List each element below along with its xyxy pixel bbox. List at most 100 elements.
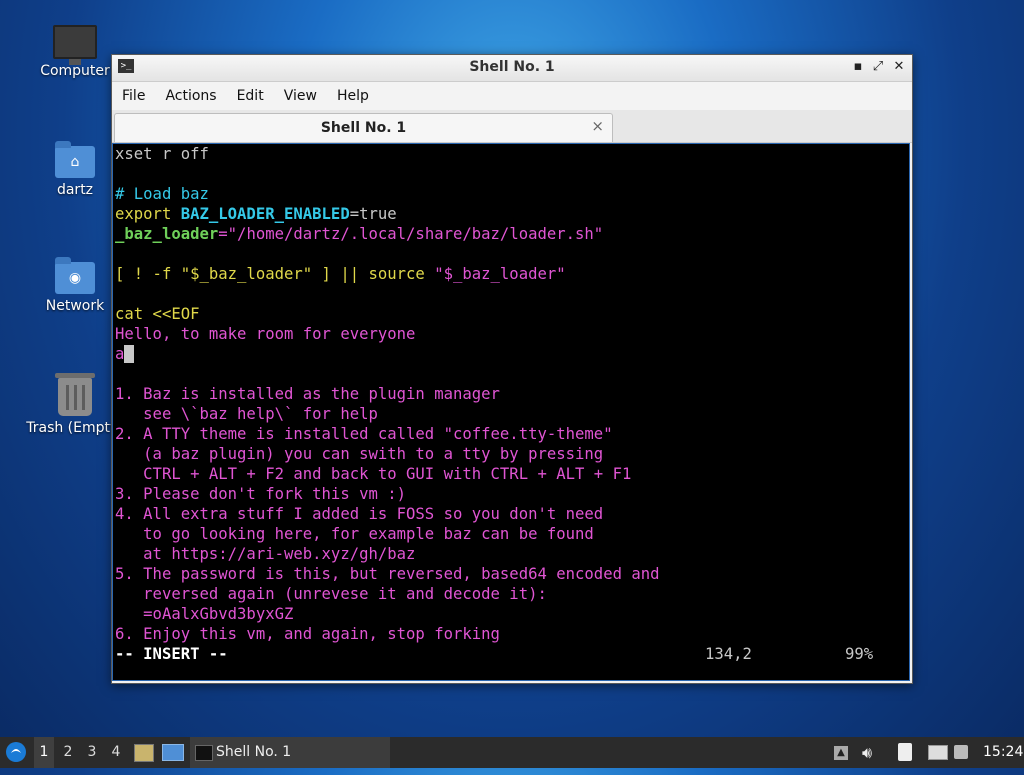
terminal-text: to go looking here, for example baz can … — [115, 525, 594, 543]
terminal-line: cat <<EOF — [113, 304, 909, 324]
terminal-line: =oAalxGbvd3byxGZ — [113, 604, 909, 624]
workspace-1[interactable]: 1 — [34, 737, 54, 768]
taskbar-task-shell[interactable]: Shell No. 1 — [190, 737, 390, 768]
desktop-icon-computer[interactable]: Computer — [25, 25, 125, 79]
terminal-text: =true — [349, 205, 397, 223]
trash-icon — [55, 373, 95, 416]
desktop-icon-label: Computer — [40, 63, 110, 79]
computer-icon — [53, 25, 97, 65]
scroll-percent: 99% — [845, 645, 874, 663]
file-manager-icon — [134, 744, 154, 762]
desktop-icon-network[interactable]: ◉ Network — [25, 257, 125, 314]
terminal-line: (a baz plugin) you can swith to a tty by… — [113, 444, 909, 464]
desktop-icon-home[interactable]: ⌂ dartz — [25, 141, 125, 198]
tab-close-icon[interactable]: × — [591, 117, 604, 135]
terminal-line: reversed again (unrevese it and decode i… — [113, 584, 909, 604]
network-folder-icon: ◉ — [55, 257, 95, 294]
terminal-text: 6. Enjoy this vm, and again, stop forkin… — [115, 625, 500, 643]
terminal-line: [ ! -f "$_baz_loader" ] || source "$_baz… — [113, 264, 909, 284]
terminal-window: >_ Shell No. 1 ▪ ⤢ ✕ File Actions Edit V… — [111, 54, 913, 684]
terminal-output[interactable]: xset r off # Load baz export BAZ_LOADER_EN… — [112, 143, 910, 681]
terminal-text: 2. A TTY theme is installed called "coff… — [115, 425, 613, 443]
show-desktop-button[interactable] — [162, 737, 184, 768]
terminal-line: xset r off — [113, 144, 909, 164]
tab-label: Shell No. 1 — [320, 120, 407, 136]
workspace-2[interactable]: 2 — [58, 737, 78, 768]
taskbar: 1 2 3 4 Shell No. 1 ▲ 🔊︎ 15:24 — [0, 737, 1024, 768]
terminal-task-icon — [195, 745, 213, 761]
terminal-line: _baz_loader="/home/dartz/.local/share/ba… — [113, 224, 909, 244]
terminal-line: 1. Baz is installed as the plugin manage… — [113, 384, 909, 404]
terminal-text: see \`baz help\` for help — [115, 405, 378, 423]
terminal-text: "$_baz_loader" — [434, 265, 566, 283]
terminal-line: 5. The password is this, but reversed, b… — [113, 564, 909, 584]
minimize-button[interactable]: ▪ — [850, 58, 866, 76]
terminal-text: ="/home/dartz/.local/share/baz/loader.sh… — [218, 225, 604, 243]
terminal-line: Hello, to make room for everyone — [113, 324, 909, 344]
terminal-line: CTRL + ALT + F2 and back to GUI with CTR… — [113, 464, 909, 484]
window-titlebar[interactable]: >_ Shell No. 1 ▪ ⤢ ✕ — [112, 55, 912, 82]
clock[interactable]: 15:24 — [983, 737, 1023, 768]
network-tray-icon[interactable] — [928, 737, 950, 768]
terminal-text: a — [115, 345, 125, 363]
terminal-text: [ ! -f "$_baz_loader" ] || — [115, 265, 369, 283]
tray-up-icon[interactable]: ▲ — [834, 737, 852, 768]
desktop-icon-label: Network — [45, 298, 105, 314]
workspace-3[interactable]: 3 — [82, 737, 102, 768]
terminal-text: CTRL + ALT + F2 and back to GUI with CTR… — [115, 465, 632, 483]
terminal-text: at https://ari-web.xyz/gh/baz — [115, 545, 416, 563]
task-label: Shell No. 1 — [216, 744, 292, 760]
menu-bar: File Actions Edit View Help — [112, 82, 912, 110]
terminal-line: 6. Enjoy this vm, and again, stop forkin… — [113, 624, 909, 644]
desktop-icon-label: Trash (Empty) — [26, 420, 124, 436]
terminal-text: BAZ_LOADER_ENABLED — [180, 205, 350, 223]
desktop-icon-label: dartz — [56, 182, 94, 198]
terminal-line: a — [113, 344, 909, 364]
window-title: Shell No. 1 — [469, 59, 555, 75]
terminal-text: reversed again (unrevese it and decode i… — [115, 585, 547, 603]
update-notifier-icon[interactable] — [954, 737, 976, 768]
terminal-line: export BAZ_LOADER_ENABLED=true — [113, 204, 909, 224]
start-menu-button[interactable] — [5, 737, 29, 768]
vim-status-line: -- INSERT -- 134,2 99% — [113, 644, 909, 664]
vim-mode: -- INSERT -- — [115, 645, 228, 663]
terminal-text: (a baz plugin) you can swith to a tty by… — [115, 445, 604, 463]
terminal-text: =oAalxGbvd3byxGZ — [115, 605, 294, 623]
file-manager-launcher[interactable] — [134, 737, 156, 768]
terminal-text: source — [368, 265, 435, 283]
menu-file[interactable]: File — [122, 88, 145, 104]
terminal-text: 1. Baz is installed as the plugin manage… — [115, 385, 500, 403]
cursor-position: 134,2 — [705, 645, 752, 663]
terminal-text: export — [115, 205, 181, 223]
menu-view[interactable]: View — [284, 88, 317, 104]
terminal-text: xset r off — [115, 145, 209, 163]
tab-shell-1[interactable]: Shell No. 1 × — [114, 113, 613, 142]
maximize-button[interactable]: ⤢ — [870, 58, 886, 76]
terminal-line: to go looking here, for example baz can … — [113, 524, 909, 544]
tab-bar: Shell No. 1 × — [112, 110, 912, 143]
terminal-line: 2. A TTY theme is installed called "coff… — [113, 424, 909, 444]
terminal-text: 3. Please don't fork this vm :) — [115, 485, 407, 503]
terminal-line: see \`baz help\` for help — [113, 404, 909, 424]
menu-help[interactable]: Help — [337, 88, 369, 104]
terminal-text: _baz_loader — [115, 225, 219, 243]
menu-edit[interactable]: Edit — [237, 88, 264, 104]
workspace-4[interactable]: 4 — [106, 737, 126, 768]
terminal-line: at https://ari-web.xyz/gh/baz — [113, 544, 909, 564]
desktop-icon-trash[interactable]: Trash (Empty) — [25, 373, 125, 436]
close-button[interactable]: ✕ — [891, 58, 907, 76]
terminal-line: 4. All extra stuff I added is FOSS so yo… — [113, 504, 909, 524]
clipboard-icon[interactable] — [898, 737, 920, 768]
terminal-text: # Load baz — [115, 185, 209, 203]
lubuntu-logo-icon — [6, 742, 26, 762]
terminal-text: 5. The password is this, but reversed, b… — [115, 565, 660, 583]
menu-actions[interactable]: Actions — [165, 88, 216, 104]
terminal-text: cat <<EOF — [115, 305, 200, 323]
terminal-line: # Load baz — [113, 184, 909, 204]
terminal-text: 4. All extra stuff I added is FOSS so yo… — [115, 505, 604, 523]
volume-icon[interactable]: 🔊︎ — [862, 737, 884, 768]
